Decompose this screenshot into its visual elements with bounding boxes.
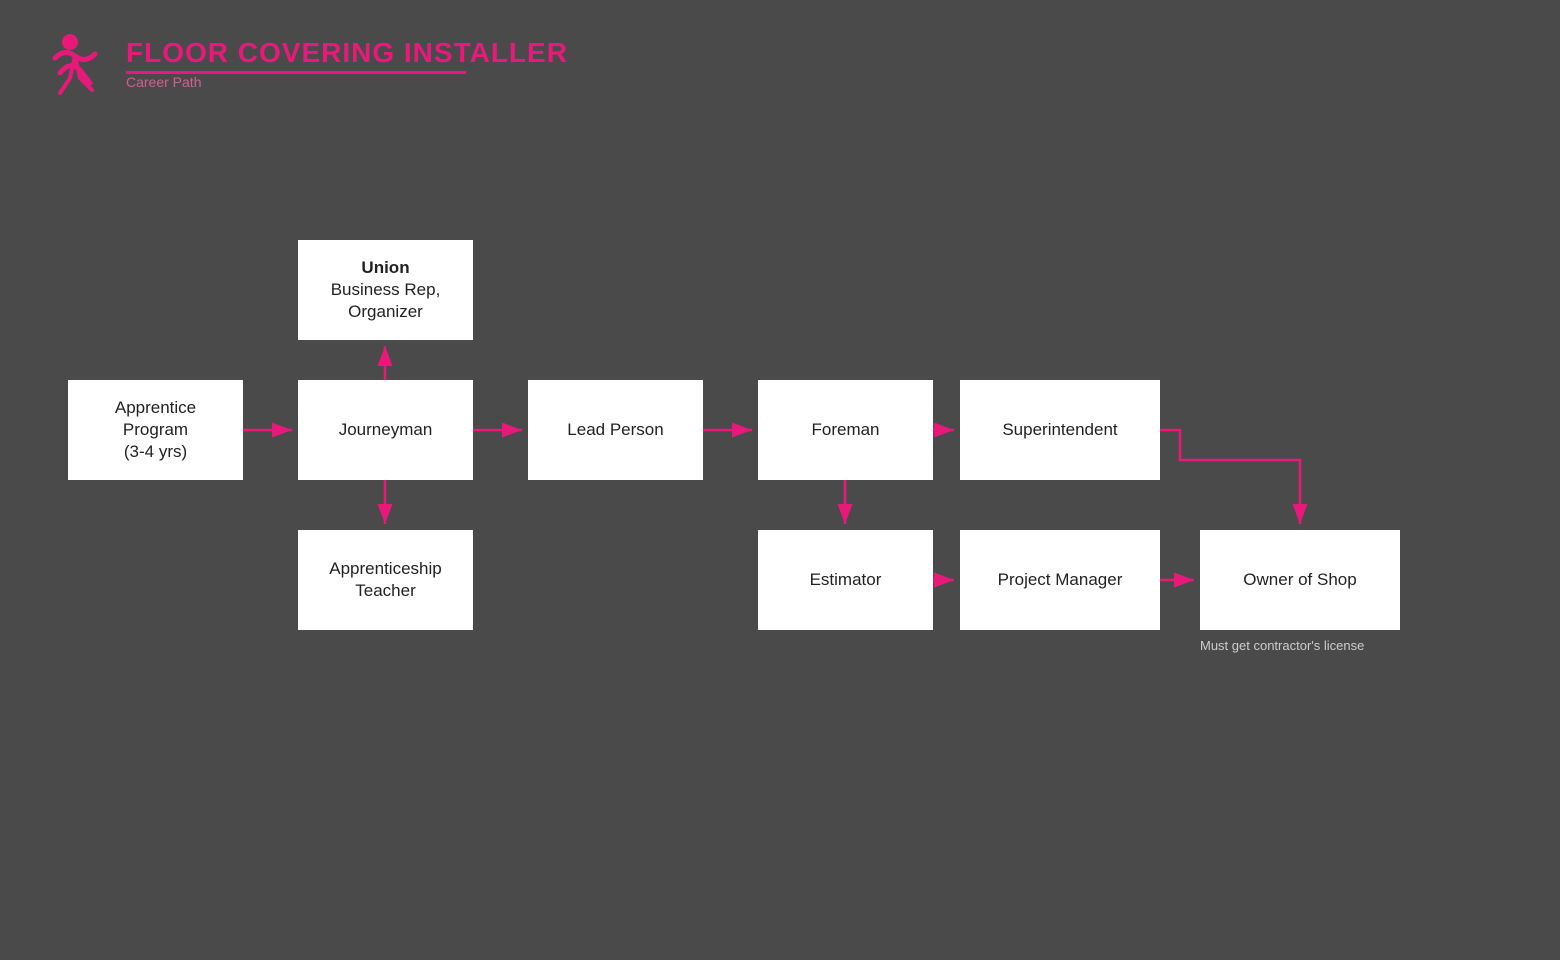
lead-person-box: Lead Person [528, 380, 703, 480]
estimator-label: Estimator [810, 569, 882, 591]
apprenticeship-line2: Teacher [355, 581, 415, 600]
career-path-diagram: Union Business Rep, Organizer Apprentice… [60, 140, 1540, 840]
journeyman-box: Journeyman [298, 380, 473, 480]
apprentice-line1: Apprentice [115, 398, 196, 417]
apprentice-line3: (3-4 yrs) [124, 442, 187, 461]
owner-of-shop-box: Owner of Shop [1200, 530, 1400, 630]
union-box: Union Business Rep, Organizer [298, 240, 473, 340]
apprenticeship-teacher-box: Apprenticeship Teacher [298, 530, 473, 630]
union-line3: Organizer [348, 302, 423, 321]
logo-icon [40, 28, 110, 98]
header-subtitle: Career Path [126, 74, 568, 90]
contractor-note: Must get contractor's license [1200, 638, 1364, 653]
project-manager-label: Project Manager [998, 569, 1123, 591]
owner-label: Owner of Shop [1243, 569, 1356, 591]
apprenticeship-line1: Apprenticeship [329, 559, 441, 578]
superintendent-box: Superintendent [960, 380, 1160, 480]
apprentice-line2: Program [123, 420, 188, 439]
header: FLOOR COVERING INSTALLER Career Path [0, 0, 1560, 126]
project-manager-box: Project Manager [960, 530, 1160, 630]
lead-label: Lead Person [567, 419, 663, 441]
superintendent-label: Superintendent [1002, 419, 1117, 441]
header-title: FLOOR COVERING INSTALLER [126, 37, 568, 69]
apprentice-box: Apprentice Program (3-4 yrs) [68, 380, 243, 480]
arrows-svg [60, 140, 1540, 840]
union-title: Union [361, 258, 409, 277]
foreman-box: Foreman [758, 380, 933, 480]
union-line2: Business Rep, [331, 280, 441, 299]
journeyman-label: Journeyman [339, 419, 433, 441]
estimator-box: Estimator [758, 530, 933, 630]
header-text: FLOOR COVERING INSTALLER Career Path [126, 37, 568, 90]
foreman-label: Foreman [811, 419, 879, 441]
